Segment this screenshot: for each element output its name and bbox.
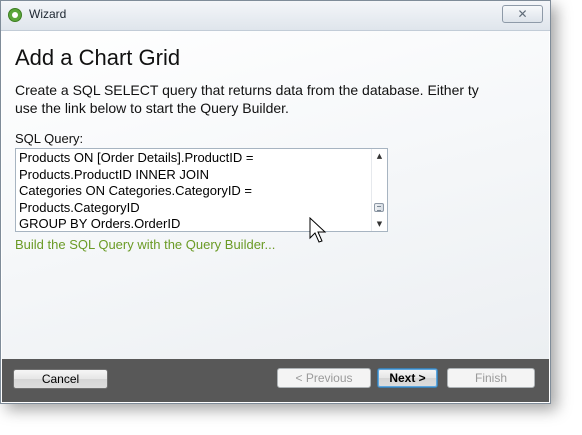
next-button[interactable]: Next > (377, 368, 438, 388)
description-line-2: use the link below to start the Query Bu… (15, 100, 289, 116)
page-title: Add a Chart Grid (15, 45, 181, 70)
page-description: Create a SQL SELECT query that returns d… (15, 81, 545, 117)
sql-query-textarea[interactable]: Products ON [Order Details].ProductID = … (15, 148, 388, 232)
title-bar[interactable]: Wizard ✕ (1, 1, 550, 31)
scroll-up-arrow-icon[interactable]: ▲ (372, 149, 387, 163)
window-title: Wizard (29, 7, 67, 21)
sql-scrollbar[interactable]: ▲ ▼ (371, 149, 387, 231)
wizard-app-icon (8, 8, 22, 22)
previous-button[interactable]: < Previous (277, 368, 371, 388)
query-builder-link[interactable]: Build the SQL Query with the Query Build… (15, 237, 275, 252)
mouse-pointer-icon (309, 217, 327, 243)
wizard-footer: Cancel < Previous Next > Finish (2, 359, 549, 402)
wizard-content: Add a Chart Grid Create a SQL SELECT que… (2, 31, 549, 359)
sql-query-label: SQL Query: (15, 131, 84, 146)
finish-button[interactable]: Finish (447, 368, 535, 388)
close-button[interactable]: ✕ (502, 5, 543, 23)
close-icon: ✕ (517, 7, 528, 21)
scroll-down-arrow-icon[interactable]: ▼ (372, 217, 387, 231)
description-line-1: Create a SQL SELECT query that returns d… (15, 82, 479, 98)
cancel-button[interactable]: Cancel (13, 369, 108, 389)
scroll-thumb[interactable] (374, 203, 384, 212)
wizard-window: Wizard ✕ Add a Chart Grid Create a SQL S… (0, 0, 551, 404)
